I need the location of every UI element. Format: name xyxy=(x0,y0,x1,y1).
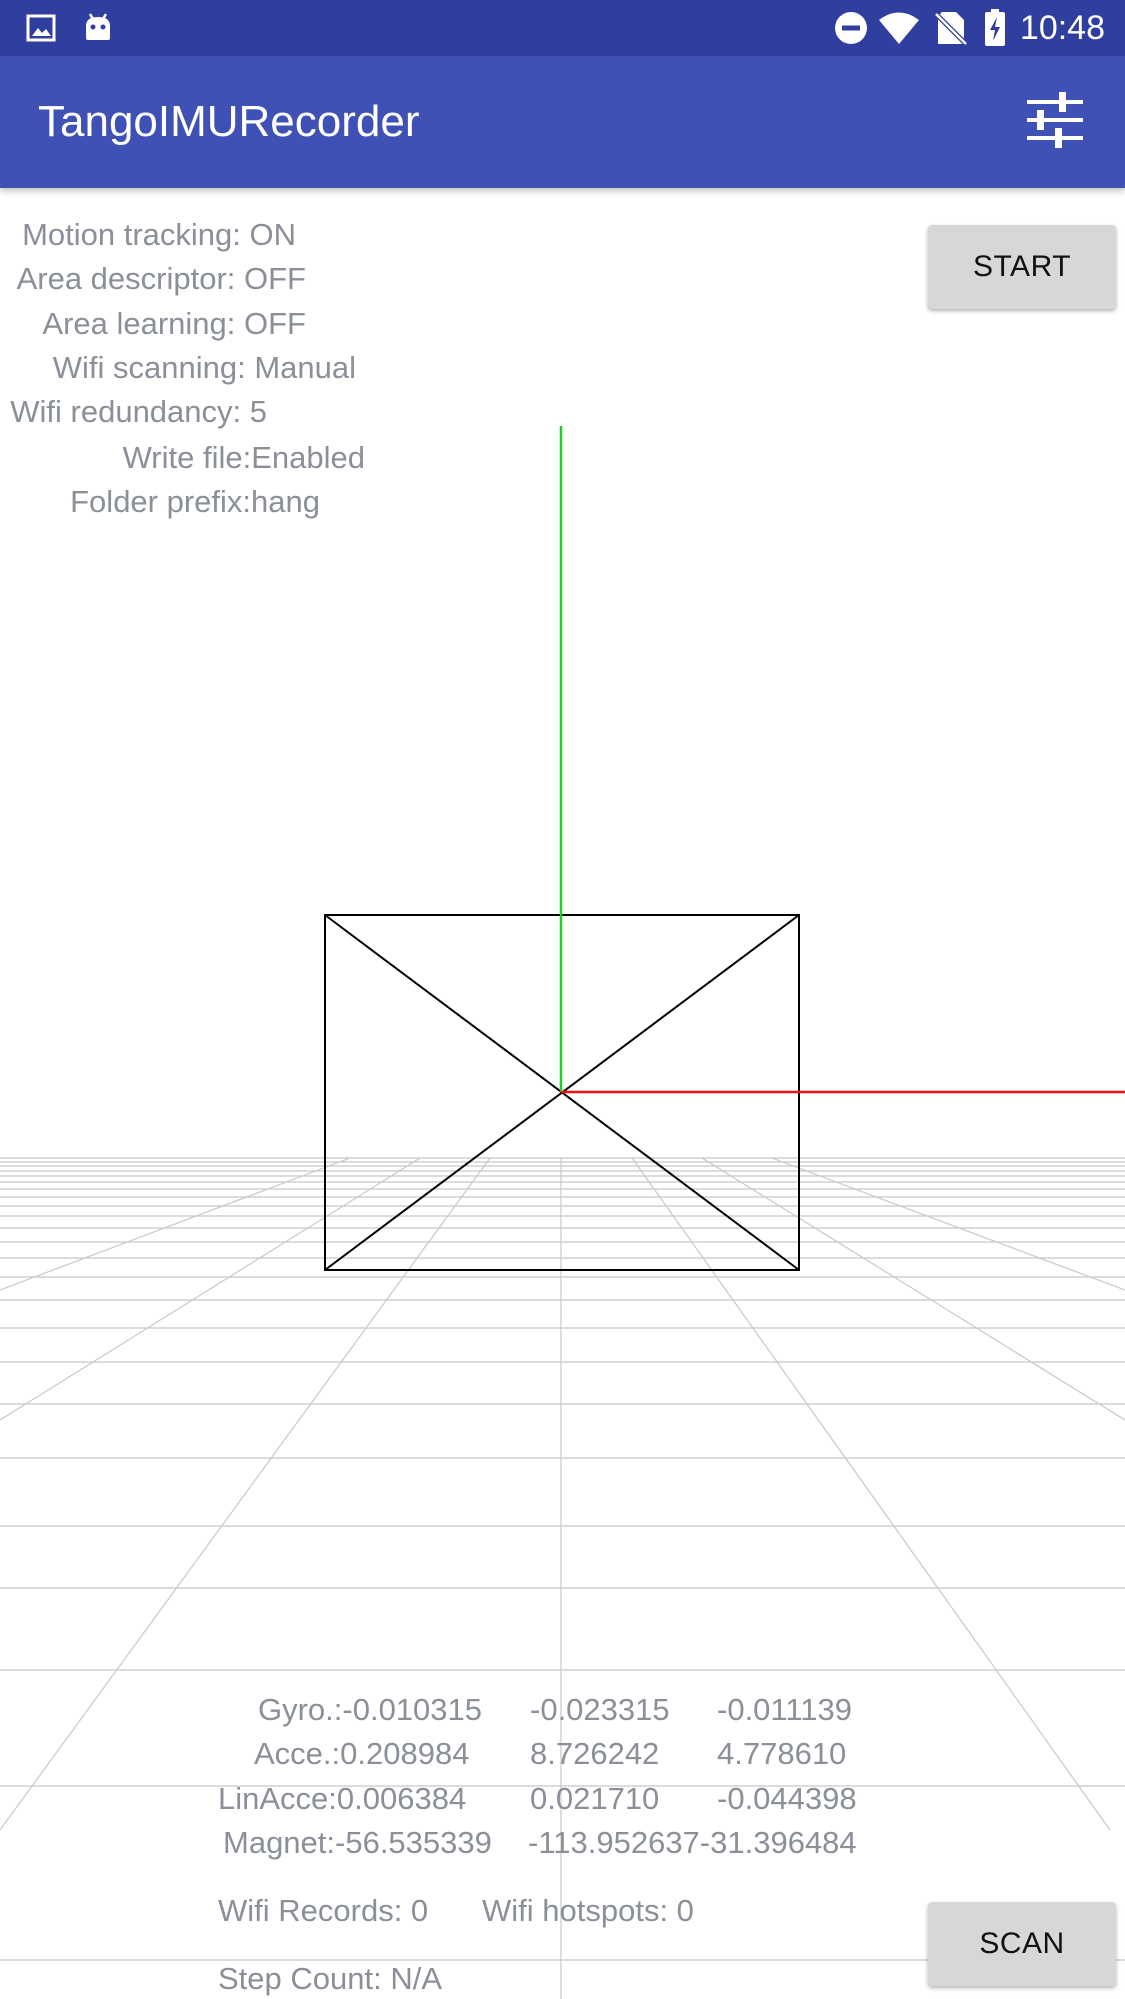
clock: 10:48 xyxy=(1019,9,1105,47)
linacce-z-value: -0.044398 xyxy=(717,1781,857,1816)
do-not-disturb-icon xyxy=(834,0,868,56)
linacce-reading: LinAcce:0.006384 xyxy=(218,1781,467,1816)
app-bar: TangoIMURecorder xyxy=(0,56,1125,188)
acce-reading: Acce.:0.208984 xyxy=(254,1736,470,1771)
scan-button[interactable]: SCAN xyxy=(928,1902,1116,1986)
settings-button[interactable] xyxy=(1005,86,1105,158)
gyro-z-value: -0.011139 xyxy=(717,1692,853,1727)
write-file-status: Write file:Enabled xyxy=(122,440,365,475)
magnet-reading: Magnet:-56.535339 xyxy=(223,1825,492,1860)
gyro-y-value: -0.023315 xyxy=(530,1692,670,1727)
battery-charging-icon xyxy=(984,0,1006,56)
sliders-icon xyxy=(1025,92,1085,152)
wifi-hotspots: Wifi hotspots: 0 xyxy=(482,1893,694,1928)
acce-z-value: 4.778610 xyxy=(717,1736,847,1771)
wifi-icon xyxy=(878,0,920,56)
acce-y-value: 8.726242 xyxy=(530,1736,660,1771)
wifi-scanning-status: Wifi scanning: Manual xyxy=(52,350,356,385)
wifi-redundancy-status: Wifi redundancy: 5 xyxy=(10,394,267,429)
no-sim-icon xyxy=(934,0,968,56)
gyro-reading: Gyro.:-0.010315 xyxy=(258,1692,483,1727)
image-icon xyxy=(26,0,56,56)
magnet-yz-values: -113.952637-31.396484 xyxy=(528,1825,857,1860)
floor-grid xyxy=(0,1157,1125,1999)
area-descriptor-status: Area descriptor: OFF xyxy=(16,261,306,296)
area-learning-status: Area learning: OFF xyxy=(42,306,306,341)
start-button[interactable]: START xyxy=(928,225,1116,309)
app-title: TangoIMURecorder xyxy=(38,97,420,146)
wifi-records: Wifi Records: 0 xyxy=(218,1893,429,1928)
motion-tracking-status: Motion tracking: ON xyxy=(22,217,296,252)
folder-prefix-status: Folder prefix:hang xyxy=(70,484,320,519)
step-count: Step Count: N/A xyxy=(218,1961,443,1996)
linacce-y-value: 0.021710 xyxy=(530,1781,660,1816)
android-icon xyxy=(82,0,114,56)
status-bar: 10:48 xyxy=(0,0,1125,56)
